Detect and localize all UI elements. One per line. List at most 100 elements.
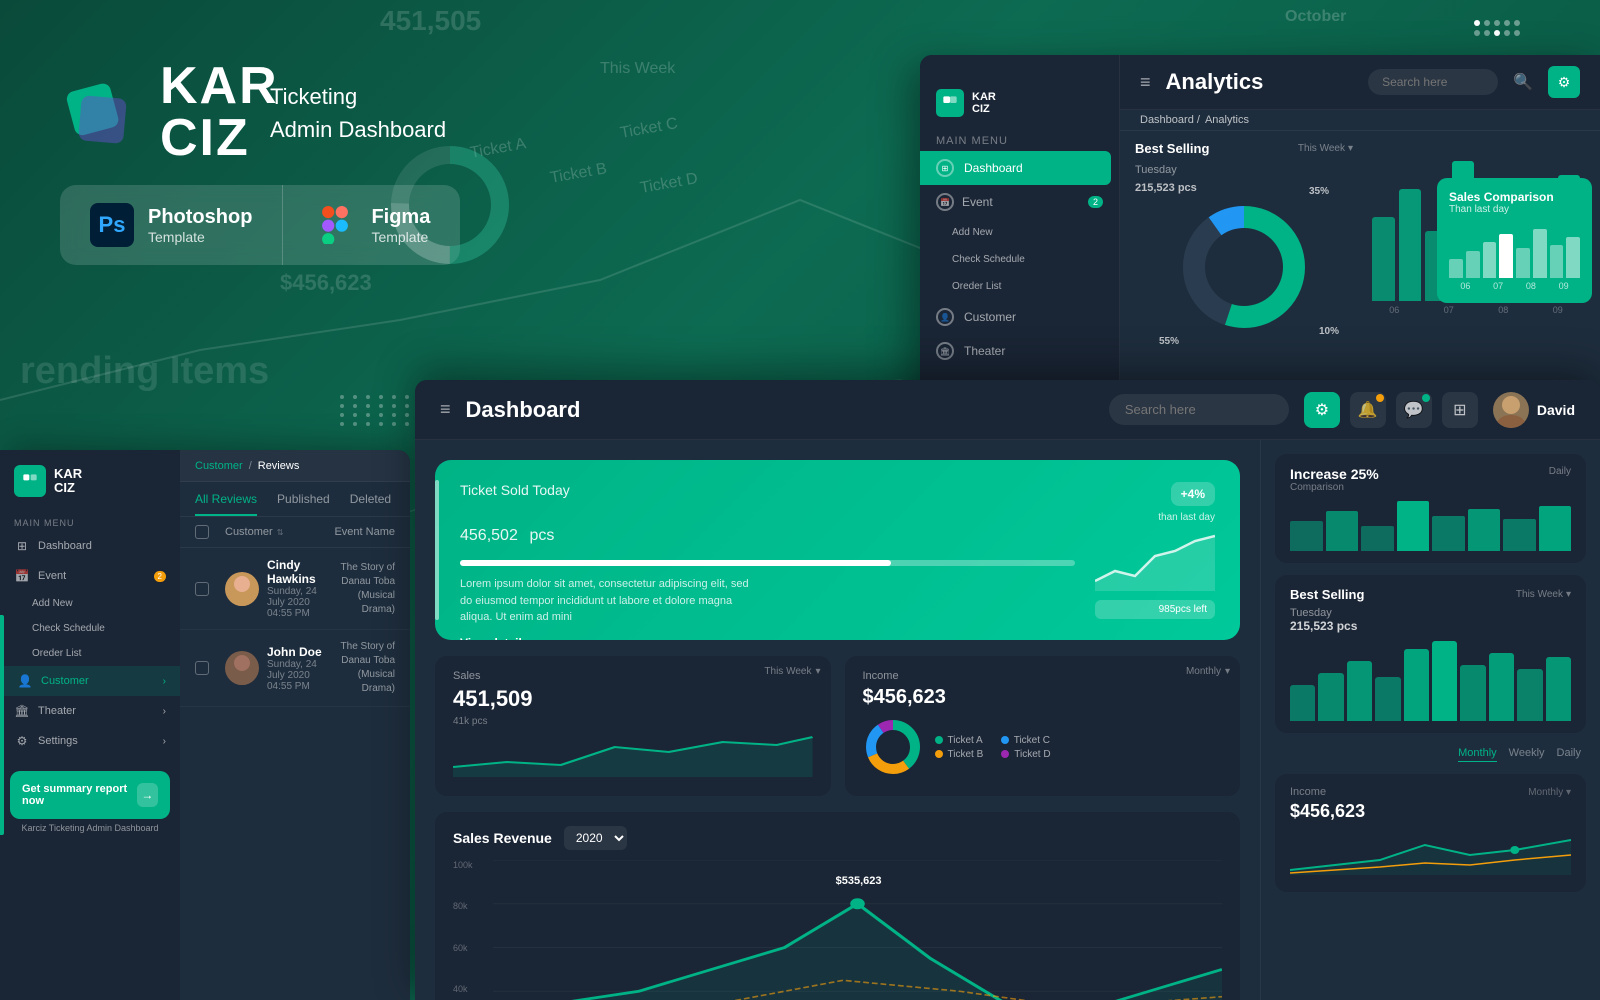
analytics-gear-button[interactable]: ⚙ bbox=[1548, 66, 1580, 98]
review-info-1: Cindy Hawkins Sunday, 24 July 2020 04:55… bbox=[267, 558, 331, 619]
left-menu-settings[interactable]: ⚙ Settings › bbox=[0, 726, 180, 756]
dashboard-hamburger[interactable]: ≡ bbox=[440, 399, 451, 420]
grid-button[interactable]: ⊞ bbox=[1442, 392, 1478, 428]
analytics-menu-dashboard[interactable]: ⊞ Dashboard bbox=[920, 151, 1111, 185]
chat-button[interactable]: 💬 bbox=[1396, 392, 1432, 428]
stat-label-sales: Sales bbox=[453, 670, 813, 682]
analytics-search[interactable] bbox=[1368, 69, 1498, 95]
reviews-logo-icon bbox=[14, 465, 46, 497]
income-legend: Ticket A Ticket C Ticket B Ticket D bbox=[935, 735, 1051, 760]
brand-name: KAR CIZ bbox=[160, 60, 279, 164]
bell-button[interactable]: 🔔 bbox=[1350, 392, 1386, 428]
user-name: David bbox=[1537, 402, 1575, 418]
bg-ticket-c: Ticket C bbox=[619, 115, 679, 143]
increase-card: Increase 25% Comparison Daily bbox=[1275, 454, 1586, 563]
left-menu-dashboard[interactable]: ⊞ Dashboard bbox=[0, 531, 180, 561]
best-selling-right-day: Tuesday bbox=[1290, 607, 1571, 619]
analytics-title: Analytics bbox=[1166, 69, 1354, 95]
get-report-arrow: → bbox=[137, 783, 158, 807]
left-menu-theater[interactable]: 🏛 Theater › bbox=[0, 696, 180, 726]
sc-bar-chart bbox=[1449, 223, 1580, 278]
left-customer-icon: 👤 bbox=[17, 673, 33, 689]
left-menu-event[interactable]: 📅 Event 2 bbox=[0, 561, 180, 591]
reviews-layout: KAR CIZ Main Menu ⊞ Dashboard 📅 Event 2 … bbox=[0, 450, 410, 1000]
event-icon: 📅 bbox=[936, 193, 954, 211]
left-event-icon: 📅 bbox=[14, 568, 30, 584]
best-selling-bar-chart bbox=[1290, 641, 1571, 721]
dots-navigation bbox=[1474, 20, 1520, 36]
ticket-remain-badge: 985pcs left bbox=[1095, 600, 1215, 619]
bg-text-october: October bbox=[1285, 8, 1346, 26]
ticket-trend-chart bbox=[1095, 531, 1215, 591]
chat-notification-dot bbox=[1422, 394, 1430, 402]
best-selling-right-period: This Week ▾ bbox=[1516, 589, 1571, 600]
reviews-tabs: All Reviews Published Deleted bbox=[180, 482, 410, 517]
analytics-menu-orderlist[interactable]: Oreder List bbox=[920, 273, 1119, 300]
logo-icon bbox=[60, 72, 140, 152]
period-tabs: Monthly Weekly Daily bbox=[1275, 745, 1586, 762]
dashboard-search[interactable] bbox=[1109, 394, 1289, 425]
user-avatar-area: David bbox=[1493, 392, 1575, 428]
review-event-2: The Story of Danau Toba(Musical Drama) bbox=[331, 640, 395, 696]
legend-ticket-b-dot bbox=[935, 750, 943, 758]
search-icon[interactable]: 🔍 bbox=[1513, 72, 1533, 92]
settings-button[interactable]: ⚙ bbox=[1304, 392, 1340, 428]
analytics-period: This Week ▾ bbox=[1298, 143, 1353, 154]
stat-card-income: Monthly ▾ Income $456,623 bbox=[845, 656, 1241, 796]
analytics-menu-theater[interactable]: 🏛 Theater bbox=[920, 334, 1119, 368]
increase-sub: Comparison bbox=[1290, 482, 1379, 493]
review-checkbox-2[interactable] bbox=[195, 661, 209, 675]
year-select[interactable]: 2020 bbox=[564, 826, 627, 850]
analytics-donut-chart: 35% 10% 55% bbox=[1179, 202, 1309, 332]
report-sublabel: Karciz Ticketing Admin Dashboard bbox=[0, 819, 180, 837]
left-dashboard-icon: ⊞ bbox=[14, 538, 30, 554]
bg-text-revenue: $456,623 bbox=[280, 270, 372, 296]
left-menu-schedule[interactable]: Check Schedule bbox=[0, 616, 180, 641]
analytics-menu-addnew[interactable]: Add New bbox=[920, 219, 1119, 246]
dots-pattern-1 bbox=[340, 395, 413, 426]
review-checkbox-1[interactable] bbox=[195, 582, 209, 596]
legend-ticket-d-dot bbox=[1001, 750, 1009, 758]
tab-all-reviews[interactable]: All Reviews bbox=[195, 492, 257, 516]
tab-deleted[interactable]: Deleted bbox=[350, 492, 391, 516]
review-row-1: Cindy Hawkins Sunday, 24 July 2020 04:55… bbox=[180, 548, 410, 630]
breadcrumb-customer: Customer bbox=[195, 460, 243, 472]
increase-bar-chart bbox=[1290, 501, 1571, 551]
ticket-sold-card: Ticket Sold Today 456,502 pcs Lorem ipsu… bbox=[435, 460, 1240, 640]
reviews-list: Cindy Hawkins Sunday, 24 July 2020 04:55… bbox=[180, 548, 410, 1000]
analytics-breadcrumb: Dashboard / Analytics bbox=[1120, 110, 1600, 131]
reviews-main-content: Customer / Reviews All Reviews Published… bbox=[180, 450, 410, 1000]
sales-revenue-title: Sales Revenue bbox=[453, 830, 552, 846]
select-all-checkbox[interactable] bbox=[195, 525, 209, 539]
analytics-hamburger[interactable]: ≡ bbox=[1140, 72, 1151, 93]
left-settings-icon: ⚙ bbox=[14, 733, 30, 749]
review-event-1: The Story of Danau Toba(Musical Drama) bbox=[331, 561, 395, 617]
left-menu-orderlist[interactable]: Oreder List bbox=[0, 641, 180, 666]
get-report-text: Get summary report now bbox=[22, 783, 137, 807]
tab-weekly[interactable]: Weekly bbox=[1509, 745, 1545, 762]
left-menu-label: Main Menu bbox=[0, 512, 180, 531]
stat-value-income: $456,623 bbox=[863, 686, 1223, 709]
tab-monthly[interactable]: Monthly bbox=[1458, 745, 1497, 762]
income-donut-chart bbox=[863, 717, 923, 777]
analytics-header: ≡ Analytics 🔍 ⚙ bbox=[1120, 55, 1600, 110]
dashboard-title: Dashboard bbox=[466, 397, 1094, 423]
analytics-menu-customer[interactable]: 👤 Customer bbox=[920, 300, 1119, 334]
sort-icon[interactable]: ⇅ bbox=[277, 528, 284, 537]
review-row-2: John Doe Sunday, 24 July 2020 04:55 PM T… bbox=[180, 630, 410, 707]
get-report-button[interactable]: Get summary report now → bbox=[10, 771, 170, 819]
view-detail-button[interactable]: View detail → bbox=[460, 636, 540, 641]
dashboard-icon: ⊞ bbox=[936, 159, 954, 177]
analytics-menu-schedule[interactable]: Check Schedule bbox=[920, 246, 1119, 273]
left-menu-addnew[interactable]: Add New bbox=[0, 591, 180, 616]
analytics-logo: KAR CIZ bbox=[920, 75, 1119, 127]
analytics-menu-event[interactable]: 📅 Event 2 bbox=[920, 185, 1119, 219]
ticket-left-indicator bbox=[435, 480, 439, 620]
left-menu-customer[interactable]: 👤 Customer › bbox=[0, 666, 180, 696]
photoshop-template[interactable]: Ps Photoshop Template bbox=[60, 185, 283, 265]
tab-published[interactable]: Published bbox=[277, 492, 330, 516]
legend-ticket-a-dot bbox=[935, 736, 943, 744]
bg-ticket-d: Ticket D bbox=[639, 170, 699, 198]
bg-donut-decoration bbox=[390, 145, 510, 270]
tab-daily[interactable]: Daily bbox=[1557, 745, 1581, 762]
